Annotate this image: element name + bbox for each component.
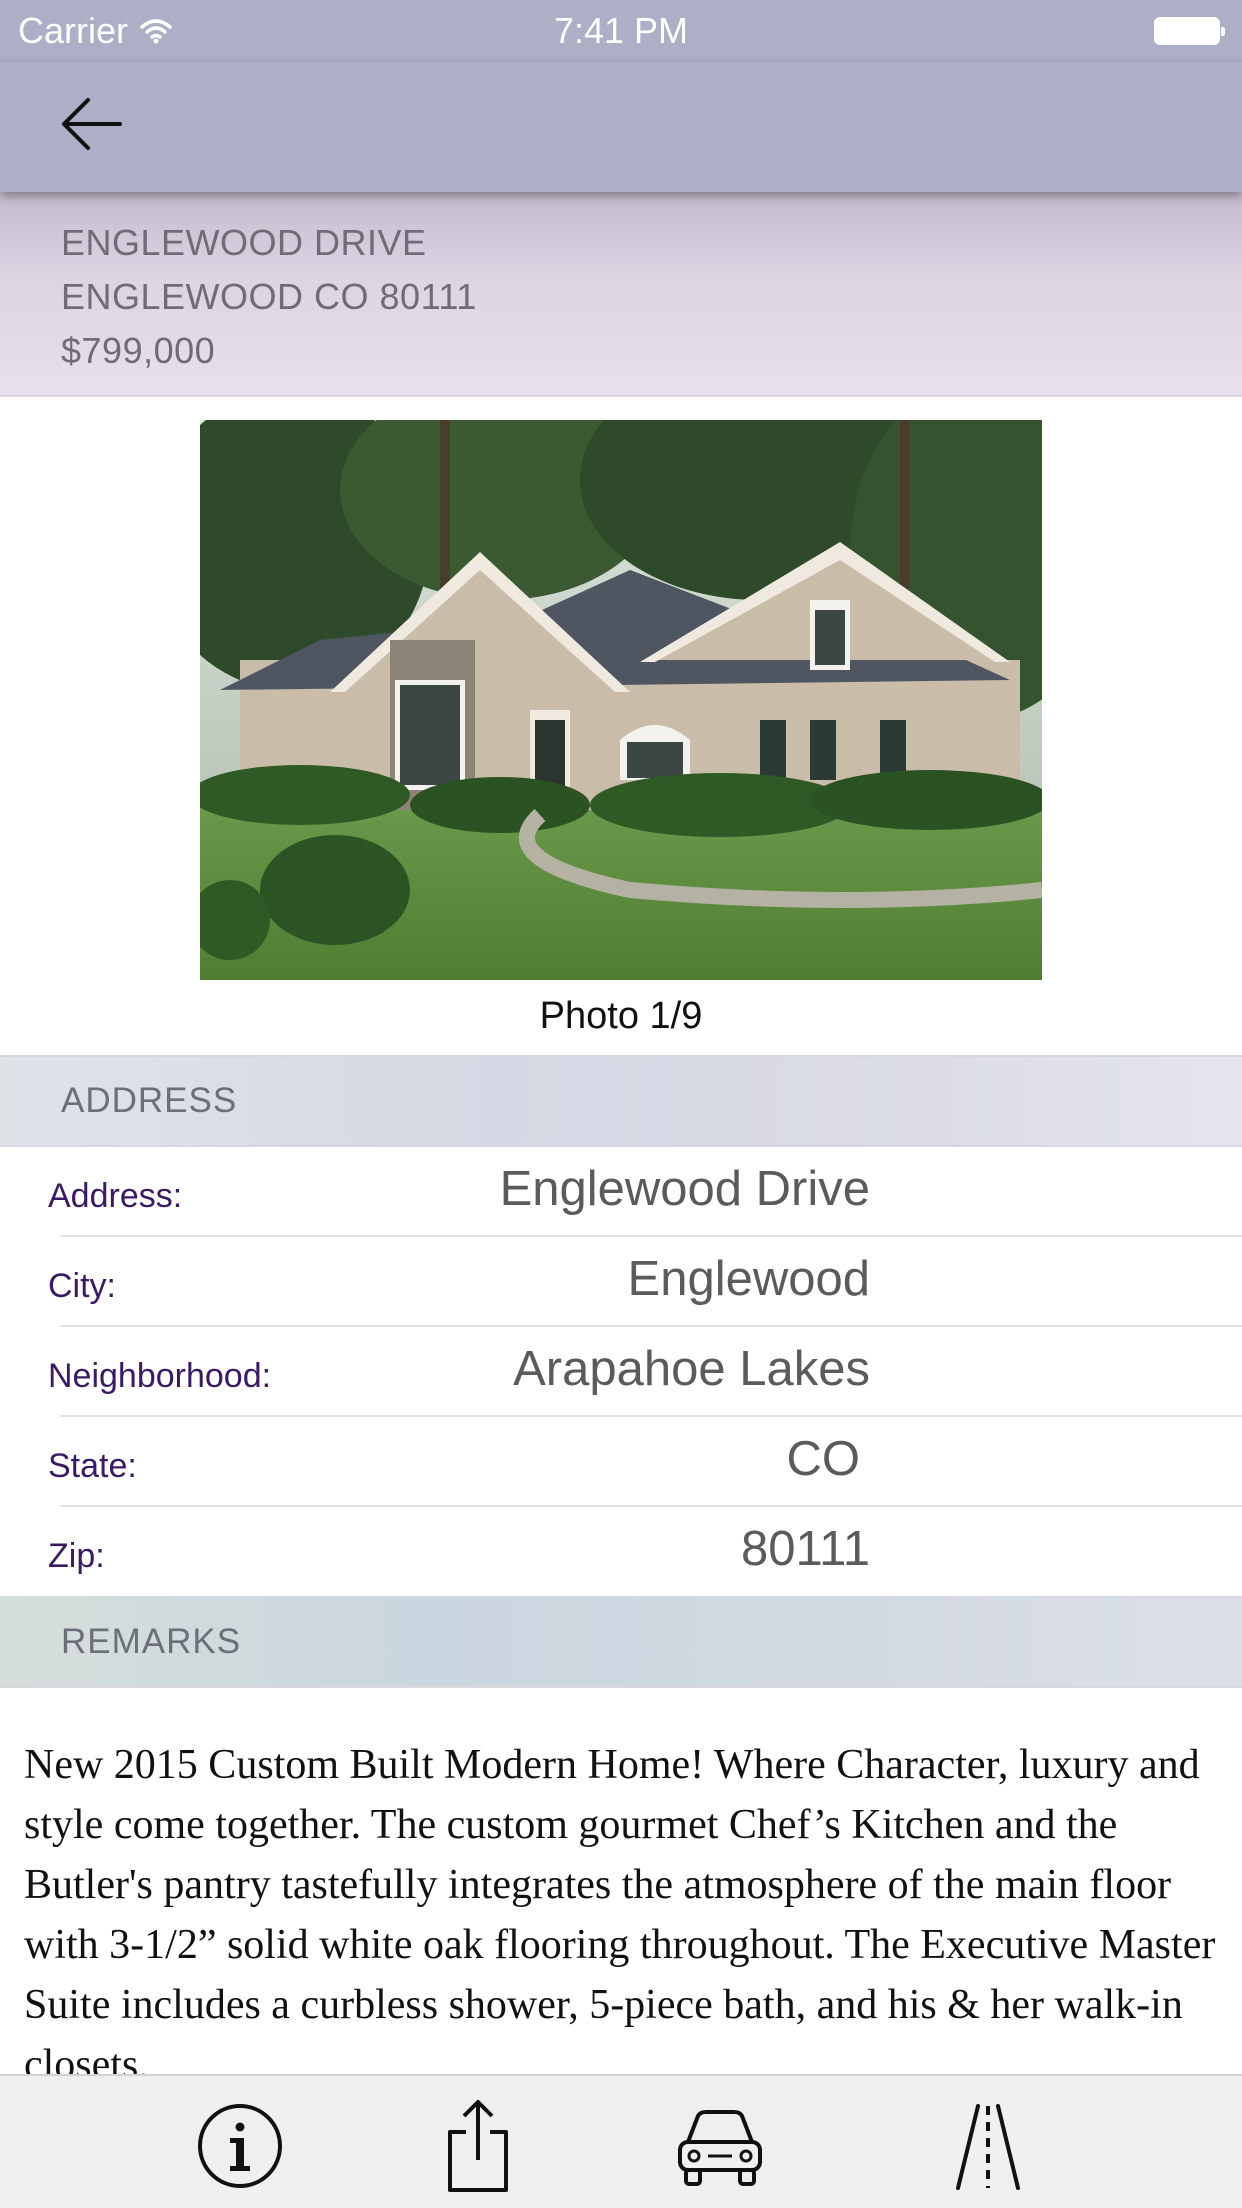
listing-street: ENGLEWOOD DRIVE — [61, 222, 427, 263]
zip-row: Zip: 80111 — [0, 1507, 1242, 1597]
directions-button[interactable] — [670, 2096, 770, 2196]
share-icon — [448, 2100, 508, 2192]
neighborhood-row: Neighborhood: Arapahoe Lakes — [0, 1327, 1242, 1417]
status-bar: Carrier 7:41 PM — [0, 0, 1242, 62]
house-photo — [200, 420, 1042, 980]
city-label: City: — [48, 1267, 116, 1305]
back-arrow-icon — [62, 98, 122, 150]
address-row: Address: Englewood Drive — [0, 1147, 1242, 1237]
clock: 7:41 PM — [553, 10, 689, 51]
address-label: Address: — [48, 1177, 183, 1215]
listing-header: ENGLEWOOD DRIVE ENGLEWOOD CO 80111 $799,… — [0, 192, 1242, 397]
address-section-title: ADDRESS — [61, 1081, 238, 1120]
bottom-toolbar — [0, 2074, 1242, 2208]
address-section-header: ADDRESS — [0, 1055, 1242, 1147]
address-value: Englewood Drive — [499, 1162, 870, 1216]
remarks-section-header: REMARKS — [0, 1596, 1242, 1688]
listing-price: $799,000 — [61, 330, 216, 371]
city-row: City: Englewood — [0, 1237, 1242, 1327]
listing-city-line: ENGLEWOOD CO 80111 — [61, 276, 477, 317]
photo-counter: Photo 1/9 — [539, 995, 703, 1037]
zip-label: Zip: — [48, 1537, 105, 1575]
car-icon — [678, 2110, 762, 2186]
remarks-section-title: REMARKS — [61, 1622, 242, 1661]
state-row: State: CO — [0, 1417, 1242, 1507]
info-icon — [198, 2104, 282, 2188]
state-label: State: — [48, 1447, 137, 1485]
road-map-button[interactable] — [938, 2096, 1038, 2196]
info-button[interactable] — [190, 2096, 290, 2196]
remarks-text: New 2015 Custom Built Modern Home! Where… — [24, 1742, 1216, 2088]
state-value: CO — [786, 1432, 861, 1486]
listing-photo[interactable] — [200, 420, 1042, 980]
navigation-bar — [0, 62, 1242, 192]
city-value: Englewood — [627, 1252, 870, 1306]
share-button[interactable] — [428, 2096, 528, 2196]
battery-icon — [1154, 17, 1225, 45]
neighborhood-label: Neighborhood: — [48, 1357, 272, 1395]
road-icon — [956, 2104, 1020, 2190]
neighborhood-value: Arapahoe Lakes — [513, 1342, 870, 1396]
zip-value: 80111 — [741, 1522, 870, 1576]
back-button[interactable] — [56, 92, 126, 156]
